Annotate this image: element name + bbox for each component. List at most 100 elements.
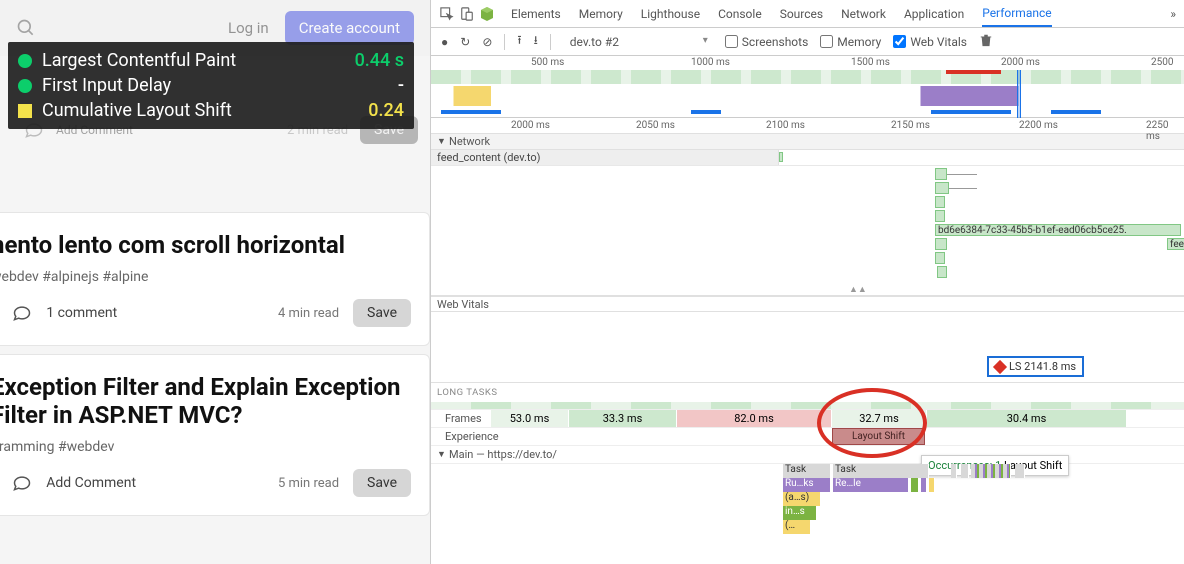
tab-performance[interactable]: Performance (982, 0, 1051, 27)
timeline-tick: 2000 ms (511, 120, 550, 131)
status-dot-good (18, 54, 32, 68)
frames-label: Frames (431, 410, 491, 427)
webvitals-checkbox[interactable]: Web Vitals (893, 35, 967, 49)
webvitals-label: Web Vitals (437, 298, 489, 311)
flame-chart[interactable]: Task Task Ru…ks Re…le (a…s) in…s (… (431, 464, 1184, 544)
timeline-tick: 2150 ms (891, 120, 930, 131)
cls-label: Cumulative Layout Shift (42, 100, 358, 121)
tab-sources[interactable]: Sources (780, 0, 823, 27)
load-icon[interactable]: ⭱ (517, 31, 521, 52)
disclosure-triangle-icon[interactable]: ▼ (437, 449, 445, 460)
comment-icon[interactable] (12, 473, 32, 493)
timeline-tick: 2250 ms (1146, 120, 1184, 142)
network-item[interactable]: bd6e6384-7c33-45b5-b1ef-ead06cb5ce25. (935, 224, 1181, 236)
post-tags[interactable]: gramming #webdev (0, 439, 411, 455)
save-button[interactable]: Save (353, 469, 411, 497)
main-thread-label: Main — https://dev.to/ (449, 448, 557, 461)
frame-segment[interactable]: 30.4 ms (927, 410, 1127, 427)
frame-segment[interactable]: 32.7 ms (832, 410, 927, 427)
collapse-indicator[interactable]: ▲▲ (849, 284, 867, 295)
flame-task[interactable]: Task (833, 464, 929, 478)
timeline-tick: 2100 ms (766, 120, 805, 131)
cls-value: 0.24 (368, 100, 404, 121)
more-tabs-icon[interactable]: » (1170, 7, 1176, 21)
read-time: 4 min read (278, 306, 339, 321)
overview-tick: 1000 ms (691, 57, 730, 68)
overview-tick: 500 ms (531, 57, 564, 68)
comment-icon[interactable] (12, 303, 32, 323)
devtools-tab-bar: Elements Memory Lighthouse Console Sourc… (431, 0, 1184, 28)
timeline-tick: 2050 ms (636, 120, 675, 131)
frame-segment[interactable]: 33.3 ms (569, 410, 677, 427)
tab-application[interactable]: Application (904, 0, 964, 27)
save-icon[interactable]: ⭳ (534, 31, 538, 52)
cube-icon[interactable] (479, 6, 495, 22)
frame-segment[interactable]: 82.0 ms (677, 410, 832, 427)
overview-strip[interactable]: 500 ms 1000 ms 1500 ms 2000 ms 2500 ms (431, 56, 1184, 118)
diamond-icon (993, 359, 1007, 373)
post-title[interactable]: Exception Filter and Explain Exception F… (0, 373, 411, 429)
post-tags[interactable]: webdev #alpinejs #alpine (0, 269, 411, 285)
comment-count[interactable]: 1 comment (46, 305, 117, 321)
tab-lighthouse[interactable]: Lighthouse (641, 0, 700, 27)
flame-item[interactable]: (a…s) (783, 492, 821, 506)
layout-shift-marker[interactable]: LS 2141.8 ms (987, 356, 1084, 377)
network-label: Network (449, 135, 490, 148)
flame-item[interactable]: Re…le (833, 478, 909, 492)
performance-toolbar: ● ↻ ⊘ ⭱ ⭳ dev.to #2 Screenshots Memory W… (431, 28, 1184, 56)
reload-record-icon[interactable]: ↻ (460, 35, 470, 49)
save-button[interactable]: Save (353, 299, 411, 327)
tab-network[interactable]: Network (841, 0, 886, 27)
experience-label: Experience (431, 428, 491, 445)
long-tasks-track[interactable] (431, 402, 1184, 410)
frame-segment[interactable]: 53.0 ms (491, 410, 569, 427)
search-icon[interactable] (16, 18, 36, 38)
fid-value: - (398, 75, 404, 96)
inspect-icon[interactable] (439, 6, 455, 22)
post-title[interactable]: nento lento com scroll horizontal (0, 231, 411, 259)
read-time: 5 min read (278, 476, 339, 491)
main-section-header[interactable]: ▼ Main — https://dev.to/ (431, 446, 1184, 464)
status-dot-good (18, 79, 32, 93)
flame-item[interactable]: in…s (783, 506, 817, 520)
ls-marker-text: LS 2141.8 ms (1009, 360, 1076, 373)
trash-icon[interactable] (979, 33, 993, 50)
network-section-header[interactable]: ▼ Network (431, 134, 1184, 150)
network-waterfall[interactable]: bd6e6384-7c33-45b5-b1ef-ead06cb5ce25. fe… (431, 166, 1184, 296)
flame-item[interactable]: (… (783, 520, 811, 534)
post-card[interactable]: nento lento com scroll horizontal webdev… (0, 212, 430, 346)
timeline-ruler[interactable]: 2000 ms 2050 ms 2100 ms 2150 ms 2200 ms … (431, 118, 1184, 134)
recording-dropdown[interactable]: dev.to #2 (563, 32, 713, 52)
record-icon[interactable]: ● (441, 35, 448, 49)
tab-elements[interactable]: Elements (511, 0, 561, 27)
long-tasks-label: LONG TASKS (431, 383, 1184, 402)
disclosure-triangle-icon[interactable]: ▼ (437, 136, 445, 147)
device-icon[interactable] (459, 6, 475, 22)
fid-label: First Input Delay (42, 75, 388, 96)
webvitals-section-header[interactable]: Web Vitals (431, 296, 1184, 312)
clear-icon[interactable]: ⊘ (482, 35, 492, 49)
experience-track[interactable]: Experience Layout Shift (431, 428, 1184, 446)
add-comment-link[interactable]: Add Comment (46, 475, 136, 491)
login-link[interactable]: Log in (228, 19, 269, 37)
network-item[interactable]: fee (1167, 238, 1184, 250)
overview-tick: 2000 ms (1001, 57, 1040, 68)
layout-shift-segment[interactable]: Layout Shift (832, 428, 925, 445)
overview-selection[interactable] (1017, 70, 1021, 118)
post-card[interactable]: Exception Filter and Explain Exception F… (0, 354, 430, 516)
flame-task[interactable]: Task (783, 464, 831, 478)
screenshots-checkbox[interactable]: Screenshots (725, 35, 808, 49)
frames-track[interactable]: Frames 53.0 ms 33.3 ms 82.0 ms 32.7 ms 3… (431, 410, 1184, 428)
memory-checkbox[interactable]: Memory (820, 35, 881, 49)
tab-console[interactable]: Console (718, 0, 762, 27)
lcp-value: 0.44 s (355, 50, 404, 71)
flame-item[interactable]: Ru…ks (783, 478, 831, 492)
webvitals-track[interactable]: LS 2141.8 ms (431, 312, 1184, 382)
core-web-vitals-overlay: Largest Contentful Paint 0.44 s First In… (8, 42, 414, 129)
lcp-label: Largest Contentful Paint (42, 50, 345, 71)
overview-tick: 1500 ms (851, 57, 890, 68)
tab-memory[interactable]: Memory (579, 0, 623, 27)
network-request-label[interactable]: feed_content (dev.to) (431, 150, 779, 165)
status-square-warn (18, 104, 32, 118)
create-account-button[interactable]: Create account (285, 11, 414, 45)
